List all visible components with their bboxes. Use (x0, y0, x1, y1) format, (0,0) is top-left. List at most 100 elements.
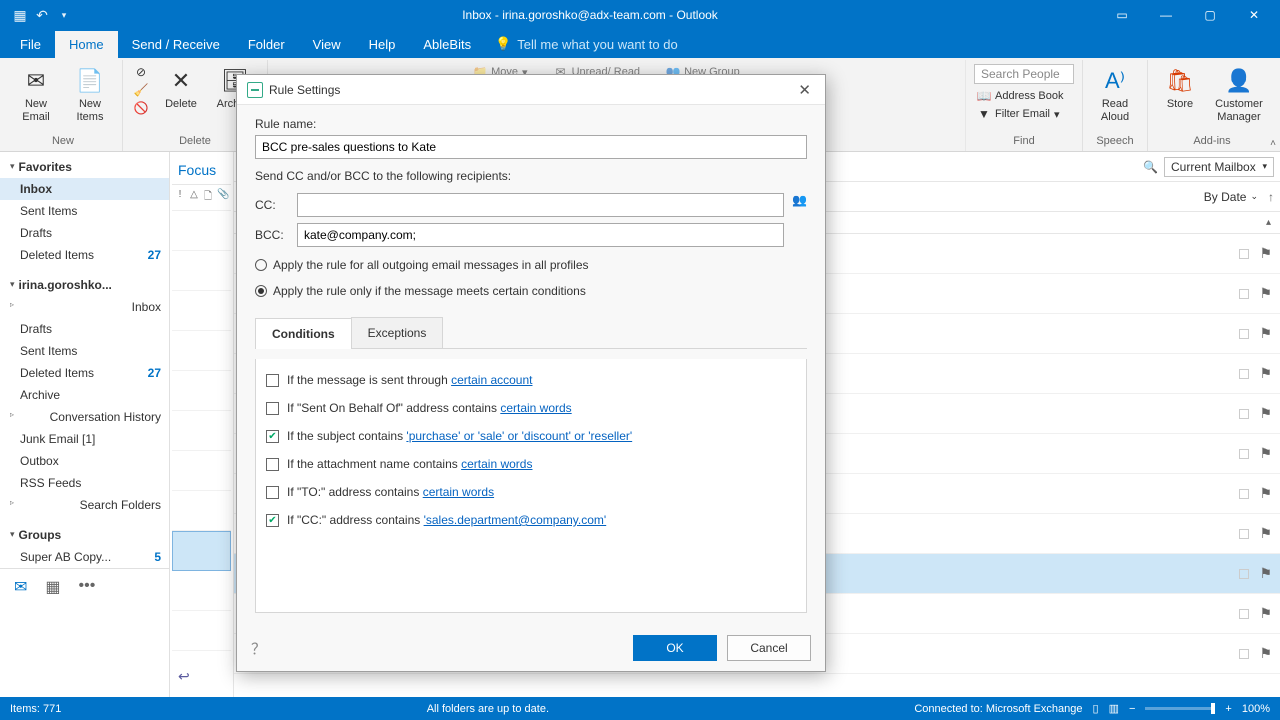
tab-view[interactable]: View (299, 31, 355, 58)
tab-send-receive[interactable]: Send / Receive (118, 31, 234, 58)
focused-tab[interactable]: Focus (172, 158, 231, 185)
zoom-out-icon[interactable]: − (1129, 703, 1135, 715)
folder-item[interactable]: Super AB Copy...5 (0, 546, 169, 568)
folder-item[interactable]: Sent Items (0, 340, 169, 362)
sort-asc-icon[interactable]: ↑ (1268, 190, 1274, 204)
category-box[interactable] (1239, 569, 1249, 579)
condition-row[interactable]: If the attachment name contains certain … (266, 457, 796, 471)
category-box[interactable] (1239, 369, 1249, 379)
collapse-ribbon-icon[interactable]: ˄ (1270, 138, 1276, 149)
tab-folder[interactable]: Folder (234, 31, 299, 58)
radio-all-profiles[interactable]: Apply the rule for all outgoing email me… (255, 257, 807, 273)
list-item[interactable] (172, 491, 231, 531)
customer-manager-button[interactable]: 👤Customer Manager (1210, 64, 1268, 125)
category-box[interactable] (1239, 649, 1249, 659)
flag-icon[interactable]: ⚑ (1259, 605, 1272, 622)
bcc-input[interactable] (297, 223, 784, 247)
cc-input[interactable] (297, 193, 784, 217)
checkbox[interactable] (266, 402, 279, 415)
undo-icon[interactable]: ↶ (34, 7, 50, 23)
search-people-input[interactable]: Search People (974, 64, 1074, 84)
list-item[interactable] (172, 611, 231, 651)
account-header[interactable]: irina.goroshko... (0, 274, 169, 296)
folder-item[interactable]: Inbox (0, 178, 169, 200)
junk-button[interactable]: 🚫 (131, 100, 151, 116)
condition-link[interactable]: certain words (500, 401, 571, 415)
flag-icon[interactable]: ⚑ (1259, 365, 1272, 382)
condition-row[interactable]: If the message is sent through certain a… (266, 373, 796, 387)
category-box[interactable] (1239, 489, 1249, 499)
checkbox[interactable]: ✔ (266, 430, 279, 443)
read-aloud-button[interactable]: A⁾Read Aloud (1091, 64, 1139, 125)
folder-item[interactable]: Deleted Items27 (0, 244, 169, 266)
condition-link[interactable]: certain words (423, 485, 494, 499)
view-normal-icon[interactable]: ▯ (1093, 702, 1099, 715)
flag-icon[interactable]: ⚑ (1259, 245, 1272, 262)
condition-link[interactable]: 'purchase' or 'sale' or 'discount' or 'r… (406, 429, 632, 443)
category-box[interactable] (1239, 249, 1249, 259)
view-reading-icon[interactable]: ▥ (1109, 702, 1119, 715)
zoom-in-icon[interactable]: + (1225, 703, 1231, 715)
tab-exceptions[interactable]: Exceptions (351, 317, 444, 348)
tab-help[interactable]: Help (355, 31, 410, 58)
flag-icon[interactable]: ⚑ (1259, 565, 1272, 582)
folder-item[interactable]: Inbox (0, 296, 169, 318)
condition-row[interactable]: If "TO:" address contains certain words (266, 485, 796, 499)
address-book-button[interactable]: 📖Address Book (974, 88, 1074, 104)
flag-icon[interactable]: ⚑ (1259, 285, 1272, 302)
list-item[interactable] (172, 531, 231, 571)
new-items-button[interactable]: 📄New Items (66, 64, 114, 125)
folder-item[interactable]: Search Folders (0, 494, 169, 516)
search-icon[interactable]: 🔍 (1143, 160, 1158, 174)
condition-row[interactable]: If "Sent On Behalf Of" address contains … (266, 401, 796, 415)
ribbon-display-icon[interactable]: ▭ (1100, 0, 1144, 30)
tab-file[interactable]: File (6, 31, 55, 58)
mail-nav-icon[interactable]: ✉ (14, 577, 27, 597)
cancel-button[interactable]: Cancel (727, 635, 811, 661)
category-box[interactable] (1239, 409, 1249, 419)
condition-link[interactable]: certain account (451, 373, 532, 387)
condition-link[interactable]: 'sales.department@company.com' (424, 513, 607, 527)
filter-email-button[interactable]: ▼Filter Email ▾ (974, 106, 1074, 122)
groups-header[interactable]: Groups (0, 524, 169, 546)
folder-item[interactable]: Conversation History (0, 406, 169, 428)
delete-button[interactable]: ✕Delete (157, 64, 205, 113)
category-box[interactable] (1239, 289, 1249, 299)
ok-button[interactable]: OK (633, 635, 717, 661)
list-item[interactable] (172, 571, 231, 611)
condition-row[interactable]: ✔If the subject contains 'purchase' or '… (266, 429, 796, 443)
category-box[interactable] (1239, 449, 1249, 459)
tell-me[interactable]: 💡 Tell me what you want to do (485, 36, 678, 52)
condition-link[interactable]: certain words (461, 457, 532, 471)
radio-conditions[interactable]: Apply the rule only if the message meets… (255, 283, 807, 299)
flag-icon[interactable]: ⚑ (1259, 645, 1272, 662)
checkbox[interactable] (266, 458, 279, 471)
flag-icon[interactable]: ⚑ (1259, 325, 1272, 342)
list-item[interactable] (172, 251, 231, 291)
list-item[interactable] (172, 451, 231, 491)
flag-icon[interactable]: ⚑ (1259, 485, 1272, 502)
list-item[interactable] (172, 411, 231, 451)
folder-item[interactable]: Sent Items (0, 200, 169, 222)
folder-item[interactable]: Deleted Items27 (0, 362, 169, 384)
ignore-button[interactable]: ⊘ (131, 64, 151, 80)
new-email-button[interactable]: ✉New Email (12, 64, 60, 125)
maximize-button[interactable]: ▢ (1188, 0, 1232, 30)
calendar-nav-icon[interactable]: ▦ (45, 577, 60, 597)
dialog-close-button[interactable]: ✕ (794, 81, 815, 99)
zoom-slider[interactable] (1145, 707, 1215, 710)
condition-row[interactable]: ✔If "CC:" address contains 'sales.depart… (266, 513, 796, 527)
tab-home[interactable]: Home (55, 31, 118, 58)
more-nav-icon[interactable]: ••• (79, 577, 96, 597)
search-scope-dropdown[interactable]: Current Mailbox▾ (1164, 157, 1274, 177)
folder-item[interactable]: Outbox (0, 450, 169, 472)
address-picker-button[interactable]: 👥 (792, 193, 807, 247)
list-item[interactable] (172, 291, 231, 331)
close-button[interactable]: ✕ (1232, 0, 1276, 30)
list-item[interactable] (172, 371, 231, 411)
folder-item[interactable]: Drafts (0, 222, 169, 244)
sort-dropdown[interactable]: By Date⌄ (1200, 190, 1262, 204)
reply-icon[interactable]: ↩ (172, 662, 231, 691)
help-icon[interactable]: ？ (251, 638, 266, 659)
rule-name-input[interactable] (255, 135, 807, 159)
